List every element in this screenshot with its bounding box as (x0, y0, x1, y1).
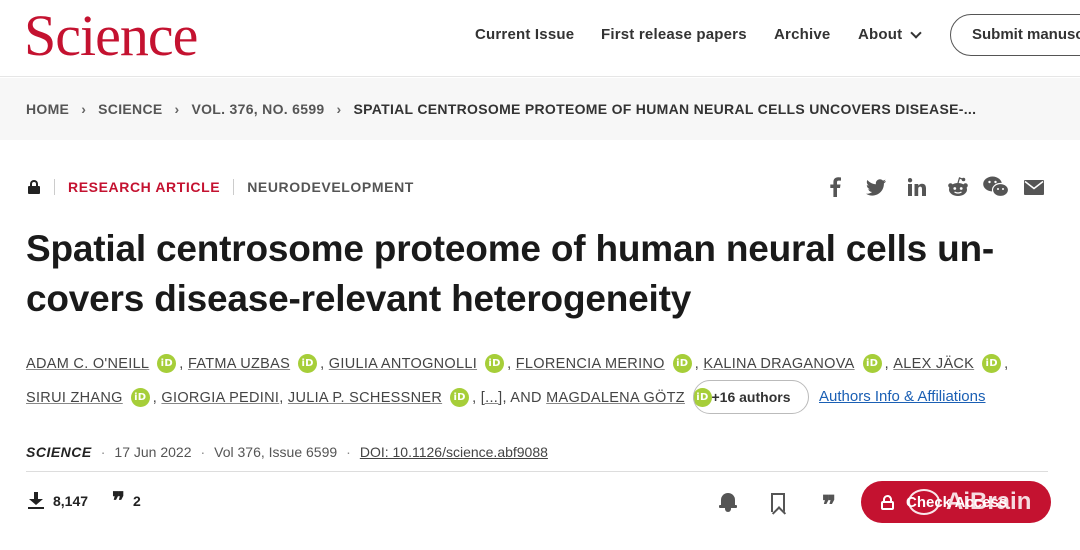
divider (54, 179, 55, 195)
orcid-icon[interactable]: iD (982, 354, 1002, 373)
watermark-logo-icon (908, 489, 940, 515)
bell-icon[interactable] (714, 488, 742, 516)
chevron-right-icon: › (174, 101, 180, 117)
nav-current-issue[interactable]: Current Issue (475, 26, 574, 43)
lock-icon (28, 180, 40, 194)
watermark-text: AiBrain (946, 488, 1032, 515)
chevron-right-icon: › (336, 101, 342, 117)
divider (233, 179, 235, 195)
watermark: AiBrain (908, 482, 1058, 522)
doi-link[interactable]: DOI: 10.1126/science.abf9088 (360, 444, 548, 460)
author-separator: , (507, 355, 516, 372)
more-authors-button[interactable]: +16 authors (693, 380, 809, 414)
authors-affiliations-link[interactable]: Authors Info & Affiliations (819, 388, 986, 405)
author-separator: , (279, 389, 288, 406)
author-name[interactable]: JULIA P. SCHESSNER (288, 390, 442, 406)
lock-icon (881, 494, 894, 510)
orcid-icon[interactable]: iD (862, 354, 882, 373)
volume-issue[interactable]: Vol 376, Issue 6599 (214, 444, 337, 460)
orcid-icon[interactable]: iD (485, 354, 505, 373)
submit-manuscript-button[interactable]: Submit manuscript (950, 14, 1080, 56)
breadcrumb-bar: HOME › SCIENCE › VOL. 376, NO. 6599 › SP… (0, 78, 1080, 140)
email-icon[interactable] (1021, 176, 1047, 198)
download-icon (28, 492, 44, 510)
author-name[interactable]: MAGDALENA GÖTZ (546, 390, 685, 406)
dot-separator: · (346, 444, 351, 460)
author-name[interactable]: FLORENCIA MERINO (516, 356, 665, 372)
breadcrumb-science[interactable]: SCIENCE (98, 101, 162, 117)
article-subject[interactable]: NEURODEVELOPMENT (247, 179, 414, 195)
author-separator: , (472, 389, 481, 406)
author-separator: , (884, 355, 894, 372)
author-separator: , (320, 355, 329, 372)
author-separator: , (152, 389, 162, 406)
article-type[interactable]: RESEARCH ARTICLE (68, 179, 220, 195)
linkedin-icon[interactable] (904, 176, 930, 198)
chevron-down-icon (910, 26, 922, 39)
bookmark-icon[interactable] (764, 488, 792, 516)
orcid-icon[interactable]: iD (450, 388, 470, 407)
nav-archive[interactable]: Archive (774, 26, 830, 43)
author-name[interactable]: SIRUI ZHANG (26, 390, 123, 406)
wechat-icon[interactable] (983, 176, 1009, 198)
publication-info: SCIENCE · 17 Jun 2022 · Vol 376, Issue 6… (26, 444, 548, 460)
orcid-icon[interactable]: iD (157, 354, 177, 373)
breadcrumb-volume[interactable]: VOL. 376, NO. 6599 (191, 101, 324, 117)
author-separator: , (694, 355, 704, 372)
article-meta: RESEARCH ARTICLE NEURODEVELOPMENT (28, 179, 414, 195)
orcid-icon[interactable]: iD (298, 354, 318, 373)
science-logo[interactable]: Science (24, 6, 198, 66)
download-count: 8,147 (53, 493, 89, 509)
divider (26, 471, 1048, 472)
author-separator: , (1004, 355, 1009, 372)
author-name[interactable]: GIULIA ANTOGNOLLI (329, 356, 477, 372)
author-and: , AND (502, 389, 542, 406)
author-separator: , (179, 355, 188, 372)
nav-about-label: About (858, 26, 903, 43)
author-name[interactable]: ALEX JÄCK (893, 356, 974, 372)
author-list-line-1: ADAM C. O'NEILL iD, FATMA UZBAS iD, GIUL… (26, 354, 1009, 373)
author-ellipsis[interactable]: [...] (481, 390, 503, 406)
author-name[interactable]: GIORGIA PEDINI (161, 390, 279, 406)
quote-icon[interactable]: ❞ (815, 488, 843, 519)
author-name[interactable]: KALINA DRAGANOVA (703, 356, 854, 372)
citation-count: 2 (132, 493, 141, 509)
publication-date: 17 Jun 2022 (114, 444, 192, 460)
twitter-icon[interactable] (863, 176, 889, 198)
reddit-icon[interactable] (945, 176, 971, 198)
breadcrumb-home[interactable]: HOME (26, 101, 69, 117)
author-name[interactable]: ADAM C. O'NEILL (26, 356, 149, 372)
breadcrumb: HOME › SCIENCE › VOL. 376, NO. 6599 › SP… (26, 101, 976, 117)
journal-name: SCIENCE (26, 444, 92, 460)
breadcrumb-current: SPATIAL CENTROSOME PROTEOME OF HUMAN NEU… (353, 101, 977, 117)
site-header: Science Current Issue First release pape… (0, 0, 1080, 77)
chevron-right-icon: › (81, 101, 87, 117)
author-list-line-2: SIRUI ZHANG iD, GIORGIA PEDINI, JULIA P.… (26, 388, 715, 407)
nav-first-release-papers[interactable]: First release papers (601, 26, 747, 43)
article-title: Spatial centrosome proteome of human neu… (26, 228, 995, 319)
citation-icon: ❞ (112, 486, 125, 515)
nav-about[interactable]: About (858, 26, 922, 43)
facebook-icon[interactable] (822, 176, 848, 198)
orcid-icon[interactable]: iD (130, 388, 150, 407)
article-metrics: 8,147 ❞ 2 (28, 486, 141, 515)
dot-separator: · (100, 444, 106, 460)
author-name[interactable]: FATMA UZBAS (188, 356, 290, 372)
orcid-icon[interactable]: iD (672, 354, 692, 373)
dot-separator: · (200, 444, 206, 460)
